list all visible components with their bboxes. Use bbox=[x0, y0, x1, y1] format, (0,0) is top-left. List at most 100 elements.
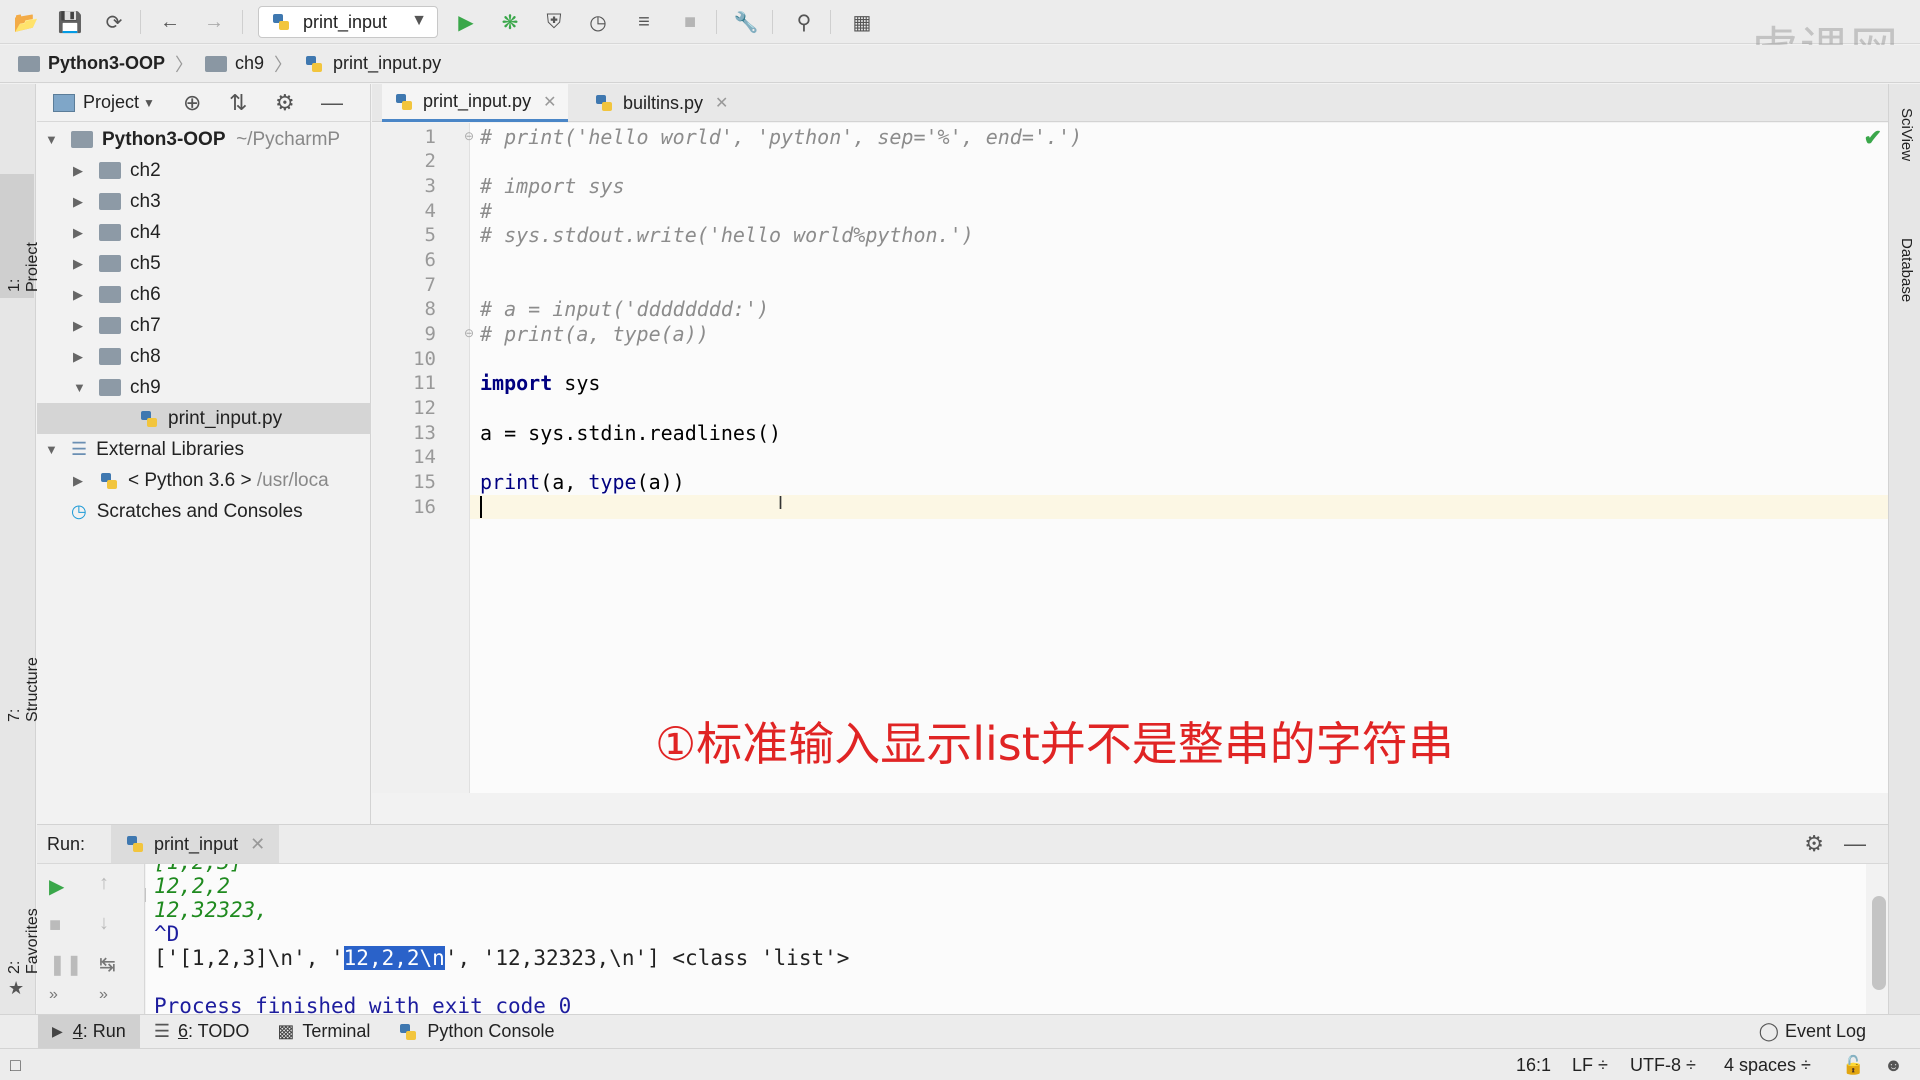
expand-arrow-icon[interactable]: ▶ bbox=[73, 318, 87, 334]
folder-icon bbox=[99, 255, 121, 272]
collapse-all-icon[interactable]: ⇅ bbox=[229, 90, 247, 116]
vertical-scrollbar[interactable] bbox=[1872, 896, 1886, 990]
inspection-ok-icon[interactable]: ✔ bbox=[1864, 125, 1882, 151]
run-icon[interactable]: ▶ bbox=[452, 8, 480, 36]
tool-tab-database[interactable]: Database bbox=[1889, 224, 1919, 334]
gear-icon[interactable]: ⚙ bbox=[275, 90, 295, 116]
save-icon[interactable]: 💾 bbox=[56, 8, 84, 36]
tool-tab-favorites[interactable]: 2: Favorites ★ bbox=[0, 874, 41, 1000]
file-encoding[interactable]: UTF-8 ÷ bbox=[1630, 1055, 1696, 1076]
concurrency-icon[interactable]: ≡ bbox=[630, 8, 658, 36]
profile-icon[interactable]: ◷ bbox=[584, 8, 612, 36]
tree-item-print-input[interactable]: print_input.py bbox=[37, 403, 371, 434]
tool-tab-run[interactable]: ▶ 4: Run bbox=[38, 1014, 140, 1049]
down-arrow-icon[interactable]: ↓ bbox=[99, 912, 109, 935]
indent-setting[interactable]: 4 spaces ÷ bbox=[1724, 1055, 1811, 1076]
breadcrumb-project[interactable]: Python3-OOP 〉 bbox=[18, 51, 193, 77]
tool-tab-label: Python Console bbox=[427, 1021, 555, 1041]
run-panel-label: Run: bbox=[47, 833, 86, 854]
fold-icon[interactable]: ⊖ bbox=[464, 326, 474, 340]
tree-item-ch5[interactable]: ▶ ch5 bbox=[37, 248, 371, 279]
tool-tab-structure[interactable]: 7: Structure bbox=[0, 604, 41, 724]
tree-item-scratches[interactable]: ◷ Scratches and Consoles bbox=[37, 496, 371, 527]
line-separator[interactable]: LF ÷ bbox=[1572, 1055, 1608, 1076]
search-icon[interactable]: ⚲ bbox=[790, 8, 818, 36]
inspector-icon[interactable]: ☻ bbox=[1884, 1055, 1903, 1076]
chevron-down-icon[interactable]: ▼ bbox=[143, 96, 155, 110]
debug-icon[interactable]: ❋ bbox=[496, 8, 524, 36]
expand-arrow-icon[interactable]: ▼ bbox=[45, 132, 59, 147]
lock-icon[interactable]: 🔓 bbox=[1842, 1055, 1864, 1076]
more-icon[interactable]: » bbox=[99, 986, 108, 1004]
up-arrow-icon[interactable]: ↑ bbox=[99, 872, 109, 895]
tool-tab-project[interactable]: 1: Project bbox=[0, 174, 41, 298]
tab-builtins[interactable]: builtins.py ✕ bbox=[582, 84, 740, 122]
collapse-arrow-icon[interactable]: ▼ bbox=[45, 442, 59, 457]
sync-icon[interactable]: ⟳ bbox=[100, 8, 128, 36]
folder-open-icon bbox=[99, 379, 121, 396]
expand-arrow-icon[interactable]: ▶ bbox=[73, 194, 87, 210]
open-folder-icon[interactable]: 📂 bbox=[12, 8, 40, 36]
hide-icon[interactable]: — bbox=[1844, 831, 1866, 857]
folder-icon bbox=[18, 55, 40, 72]
tool-tab-todo[interactable]: ☰ 6: TODO bbox=[140, 1015, 264, 1049]
python-file-icon bbox=[306, 55, 323, 72]
tree-item-external-libraries[interactable]: ▼ ☰ External Libraries bbox=[37, 434, 371, 465]
expand-arrow-icon[interactable]: ▶ bbox=[73, 256, 87, 272]
soft-wrap-icon[interactable]: ↹ bbox=[99, 952, 116, 977]
tool-tab-python-console[interactable]: Python Console bbox=[384, 1015, 568, 1049]
breadcrumb-file[interactable]: print_input.py bbox=[304, 53, 441, 74]
run-tab-print-input[interactable]: print_input ✕ bbox=[111, 825, 280, 863]
expand-arrow-icon[interactable]: ▶ bbox=[73, 287, 87, 303]
coverage-icon[interactable]: ⛨ bbox=[540, 8, 568, 36]
event-log-button[interactable]: ◯ Event Log bbox=[1745, 1015, 1880, 1049]
tool-tab-terminal[interactable]: ▩ Terminal bbox=[263, 1015, 384, 1049]
fold-icon[interactable]: ⊖ bbox=[464, 129, 474, 143]
close-icon[interactable]: ✕ bbox=[543, 92, 556, 112]
run-configuration-select[interactable]: print_input ▼ bbox=[258, 6, 438, 38]
tree-item-ch2[interactable]: ▶ ch2 bbox=[37, 155, 371, 186]
pause-icon[interactable]: ❚❚ bbox=[49, 952, 83, 977]
caret-position[interactable]: 16:1 bbox=[1516, 1055, 1551, 1076]
collapse-arrow-icon[interactable]: ▼ bbox=[73, 380, 87, 395]
more-icon[interactable]: » bbox=[49, 986, 58, 1004]
breadcrumb-project-label: Python3-OOP bbox=[48, 53, 166, 73]
bottom-tool-tabs: ▶ 4: Run ☰ 6: TODO ▩ Terminal Python Con… bbox=[0, 1014, 1920, 1049]
run-configuration-label: print_input bbox=[303, 11, 388, 32]
wrench-icon[interactable]: 🔧 bbox=[732, 8, 760, 36]
close-icon[interactable]: ✕ bbox=[715, 93, 728, 113]
expand-arrow-icon[interactable]: ▶ bbox=[73, 163, 87, 179]
hide-icon[interactable]: — bbox=[321, 90, 343, 116]
stop-icon[interactable]: ■ bbox=[676, 8, 704, 36]
tree-item-ch6[interactable]: ▶ ch6 bbox=[37, 279, 371, 310]
tree-item-ch9[interactable]: ▼ ch9 bbox=[37, 372, 371, 403]
expand-arrow-icon[interactable]: ▶ bbox=[73, 349, 87, 365]
mouse-cursor-icon: I bbox=[778, 493, 784, 513]
project-view-selector[interactable]: Project bbox=[83, 92, 139, 113]
toggle-tool-windows-icon[interactable]: □ bbox=[10, 1055, 21, 1076]
locate-icon[interactable]: ⊕ bbox=[183, 90, 201, 116]
expand-arrow-icon[interactable]: ▶ bbox=[73, 225, 87, 241]
gear-icon[interactable]: ⚙ bbox=[1804, 831, 1824, 857]
run-console-output[interactable]: [1,2,3] 12,2,2 12,32323, ^D ['[1,2,3]\n'… bbox=[146, 864, 1866, 1014]
tab-print-input[interactable]: print_input.py ✕ bbox=[382, 84, 569, 122]
tree-item-ch4[interactable]: ▶ ch4 bbox=[37, 217, 371, 248]
stop-icon[interactable]: ■ bbox=[49, 914, 61, 937]
rerun-icon[interactable]: ▶ bbox=[49, 874, 64, 899]
line-number: 16 bbox=[413, 496, 436, 518]
tool-tab-mnemonic: 6 bbox=[177, 1021, 188, 1041]
tree-item-ch8[interactable]: ▶ ch8 bbox=[37, 341, 371, 372]
tool-tab-sciview[interactable]: SciView bbox=[1889, 94, 1919, 194]
code-editor[interactable]: 1 2 3 4 5 6 7 8 9 10 11 12 13 14 15 16 ⊖… bbox=[372, 123, 1888, 793]
chevron-right-icon: 〉 bbox=[274, 54, 293, 75]
forward-icon[interactable]: → bbox=[200, 8, 228, 36]
tree-item-ch3[interactable]: ▶ ch3 bbox=[37, 186, 371, 217]
structure-icon[interactable]: ▦ bbox=[848, 8, 876, 36]
close-icon[interactable]: ✕ bbox=[250, 834, 265, 855]
breadcrumb-folder[interactable]: ch9 〉 bbox=[205, 51, 292, 77]
tree-item-python-sdk[interactable]: ▶ < Python 3.6 > /usr/loca bbox=[37, 465, 371, 496]
tree-item-ch7[interactable]: ▶ ch7 bbox=[37, 310, 371, 341]
tree-item-root[interactable]: ▼ Python3-OOP ~/PycharmP bbox=[37, 124, 371, 155]
expand-arrow-icon[interactable]: ▶ bbox=[73, 473, 87, 489]
back-icon[interactable]: ← bbox=[156, 8, 184, 36]
